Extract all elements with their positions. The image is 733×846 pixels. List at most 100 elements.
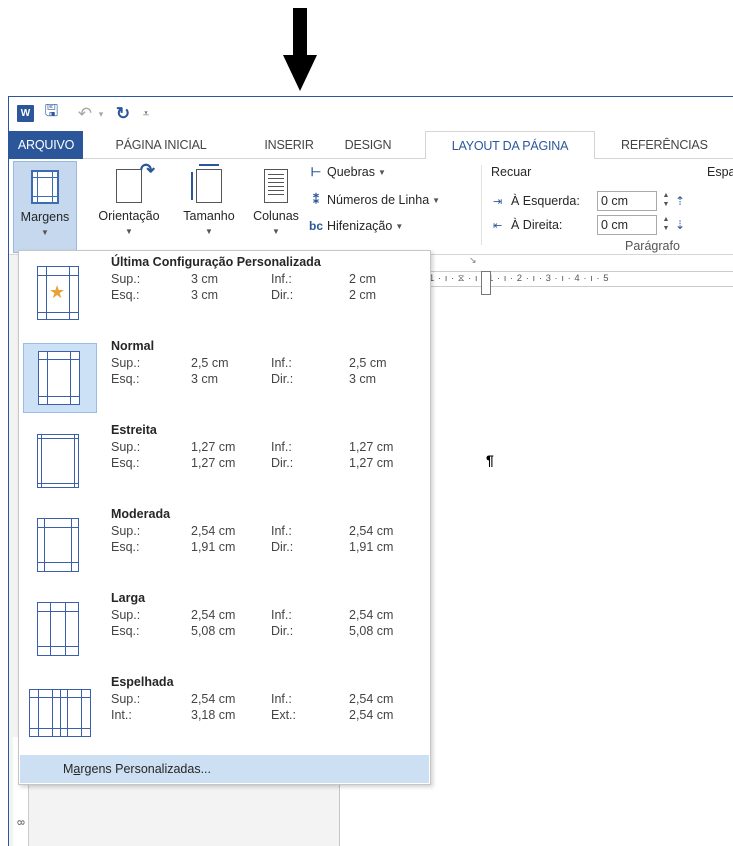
undo-dropdown-icon[interactable]: ▾	[97, 105, 105, 123]
indent-right-field[interactable]: 0 cm	[597, 215, 657, 235]
chevron-down-icon: ▼	[377, 167, 386, 177]
margins-button[interactable]: Margens ▼	[13, 161, 77, 253]
label-esq: Esq.:	[111, 288, 140, 302]
label-sup: Sup.:	[111, 524, 141, 538]
dialog-launcher-icon[interactable]: ↘	[469, 255, 477, 266]
margin-preset-normal[interactable]: Normal Sup.: 2,5 cm Inf.: 2,5 cm Esq.: 3…	[23, 335, 427, 415]
margin-preset-larga[interactable]: Larga Sup.: 2,54 cm Inf.: 2,54 cm Esq.: …	[23, 587, 427, 667]
value-dir: 2 cm	[349, 288, 377, 302]
value-sup: 2,5 cm	[191, 356, 229, 370]
preset-name: Normal	[111, 339, 155, 353]
value-inf: 2,54 cm	[349, 608, 394, 622]
indent-left-label: À Esquerda:	[511, 194, 580, 208]
margin-preset-moderada[interactable]: Moderada Sup.: 2,54 cm Inf.: 2,54 cm Esq…	[23, 503, 427, 583]
columns-button[interactable]: Colunas ▼	[245, 159, 307, 236]
size-button[interactable]: Tamanho ▼	[169, 159, 249, 236]
page-margins-icon	[37, 518, 79, 572]
indent-left-field[interactable]: 0 cm	[597, 191, 657, 211]
page-margins-icon	[37, 434, 79, 488]
preset-name: Última Configuração Personalizada	[111, 255, 321, 269]
customize-toolbar-icon[interactable]: ⩡	[141, 105, 151, 123]
label-sup: Sup.:	[111, 440, 141, 454]
preset-name: Espelhada	[111, 675, 174, 689]
horizontal-ruler[interactable]: 1 · ı · ⧖ · ı · 1 · ı · 2 · ı · 3 · ı · …	[429, 271, 733, 295]
line-numbers-label: Números de Linha	[327, 193, 430, 207]
value-inf: 2,5 cm	[349, 356, 387, 370]
word-icon[interactable]: W	[17, 105, 34, 122]
preset-thumbnail	[23, 343, 97, 413]
tab-inserir[interactable]: INSERIR	[256, 131, 322, 159]
indent-left-icon: ⇥	[493, 195, 503, 208]
label-esq: Esq.:	[111, 624, 140, 638]
hyphenation-label: Hifenização	[327, 219, 393, 233]
chevron-down-icon: ▼	[41, 228, 49, 237]
value-sup: 2,54 cm	[191, 692, 236, 706]
label-sup: Sup.:	[111, 608, 141, 622]
margin-preset-last-custom[interactable]: ★ Última Configuração Personalizada Sup.…	[23, 251, 427, 331]
indent-right-spinner[interactable]: ▲ ▼	[659, 215, 673, 235]
undo-icon[interactable]: ↶	[75, 104, 95, 123]
margins-dropdown: ★ Última Configuração Personalizada Sup.…	[18, 250, 431, 785]
label-esq: Esq.:	[111, 456, 140, 470]
line-numbers-button[interactable]: ⁑ Números de Linha ▼	[305, 193, 440, 207]
redo-icon[interactable]: ↻	[113, 104, 133, 123]
value-inf: 2 cm	[349, 272, 377, 286]
indent-left-spinner[interactable]: ▲ ▼	[659, 191, 673, 211]
label-int: Int.:	[111, 708, 132, 722]
preset-name: Estreita	[111, 423, 157, 437]
indent-marker-handle[interactable]	[481, 271, 491, 295]
tab-pagina-inicial[interactable]: PÁGINA INICIAL	[101, 131, 221, 159]
margins-label: Margens	[20, 210, 70, 224]
columns-icon	[264, 169, 288, 203]
preset-name: Moderada	[111, 507, 171, 521]
value-dir: 5,08 cm	[349, 624, 394, 638]
value-esq: 5,08 cm	[191, 624, 236, 638]
value-esq: 3 cm	[191, 288, 219, 302]
label-esq: Esq.:	[111, 372, 140, 386]
breaks-button[interactable]: ⊢ Quebras ▼	[305, 165, 386, 179]
size-label: Tamanho	[183, 209, 235, 223]
label-inf: Inf.:	[271, 272, 292, 286]
spacing-after-icon: ⇣	[675, 218, 686, 232]
tab-arquivo[interactable]: ARQUIVO	[9, 131, 83, 159]
orientation-button[interactable]: Orientação ▼	[87, 159, 171, 236]
chevron-down-icon: ▼	[395, 221, 404, 231]
columns-label: Colunas	[253, 209, 299, 223]
tab-layout-da-pagina[interactable]: LAYOUT DA PÁGINA	[425, 131, 595, 160]
value-inf: 2,54 cm	[349, 692, 394, 706]
tab-referencias[interactable]: REFERÊNCIAS	[615, 131, 733, 159]
page-margins-icon: ★	[37, 266, 79, 320]
margin-preset-estreita[interactable]: Estreita Sup.: 1,27 cm Inf.: 1,27 cm Esq…	[23, 419, 427, 499]
value-esq: 1,27 cm	[191, 456, 236, 470]
value-dir: 1,27 cm	[349, 456, 394, 470]
paragraph-mark: ¶	[486, 452, 494, 468]
margin-preset-espelhada[interactable]: Espelhada Sup.: 2,54 cm Inf.: 2,54 cm In…	[23, 671, 427, 751]
label-sup: Sup.:	[111, 272, 141, 286]
hyphenation-button[interactable]: bc Hifenização ▼	[305, 219, 403, 233]
label-dir: Dir.:	[271, 624, 294, 638]
value-sup: 2,54 cm	[191, 608, 236, 622]
indent-right-row: ⇤ À Direita: 0 cm ▲ ▼ ⇣	[493, 215, 689, 235]
save-icon[interactable]: 🖫	[43, 103, 60, 122]
label-inf: Inf.:	[271, 692, 292, 706]
preset-thumbnail	[23, 427, 97, 497]
custom-margins-menu-item[interactable]: Margens Personalizadas...	[20, 755, 429, 783]
label-ext: Ext.:	[271, 708, 297, 722]
value-inf: 1,27 cm	[349, 440, 394, 454]
label-dir: Dir.:	[271, 456, 294, 470]
page-margins-icon	[38, 351, 80, 405]
preset-thumbnail	[23, 511, 97, 581]
label-inf: Inf.:	[271, 524, 292, 538]
spacing-heading: Espa	[707, 165, 733, 179]
tab-design[interactable]: DESIGN	[341, 131, 395, 159]
breaks-icon: ⊢	[310, 165, 322, 179]
line-numbers-icon: ⁑	[313, 193, 319, 207]
page-margins-icon	[37, 602, 79, 656]
label-dir: Dir.:	[271, 288, 294, 302]
ribbon-panel: Margens ▼ Orientação ▼ Tamanho ▼ Colunas…	[9, 159, 733, 265]
preset-thumbnail	[23, 595, 97, 665]
label-dir: Dir.:	[271, 540, 294, 554]
label-esq: Esq.:	[111, 540, 140, 554]
paragraph-group-label: Parágrafo	[625, 239, 680, 253]
custom-margins-label-start: M	[63, 762, 74, 776]
